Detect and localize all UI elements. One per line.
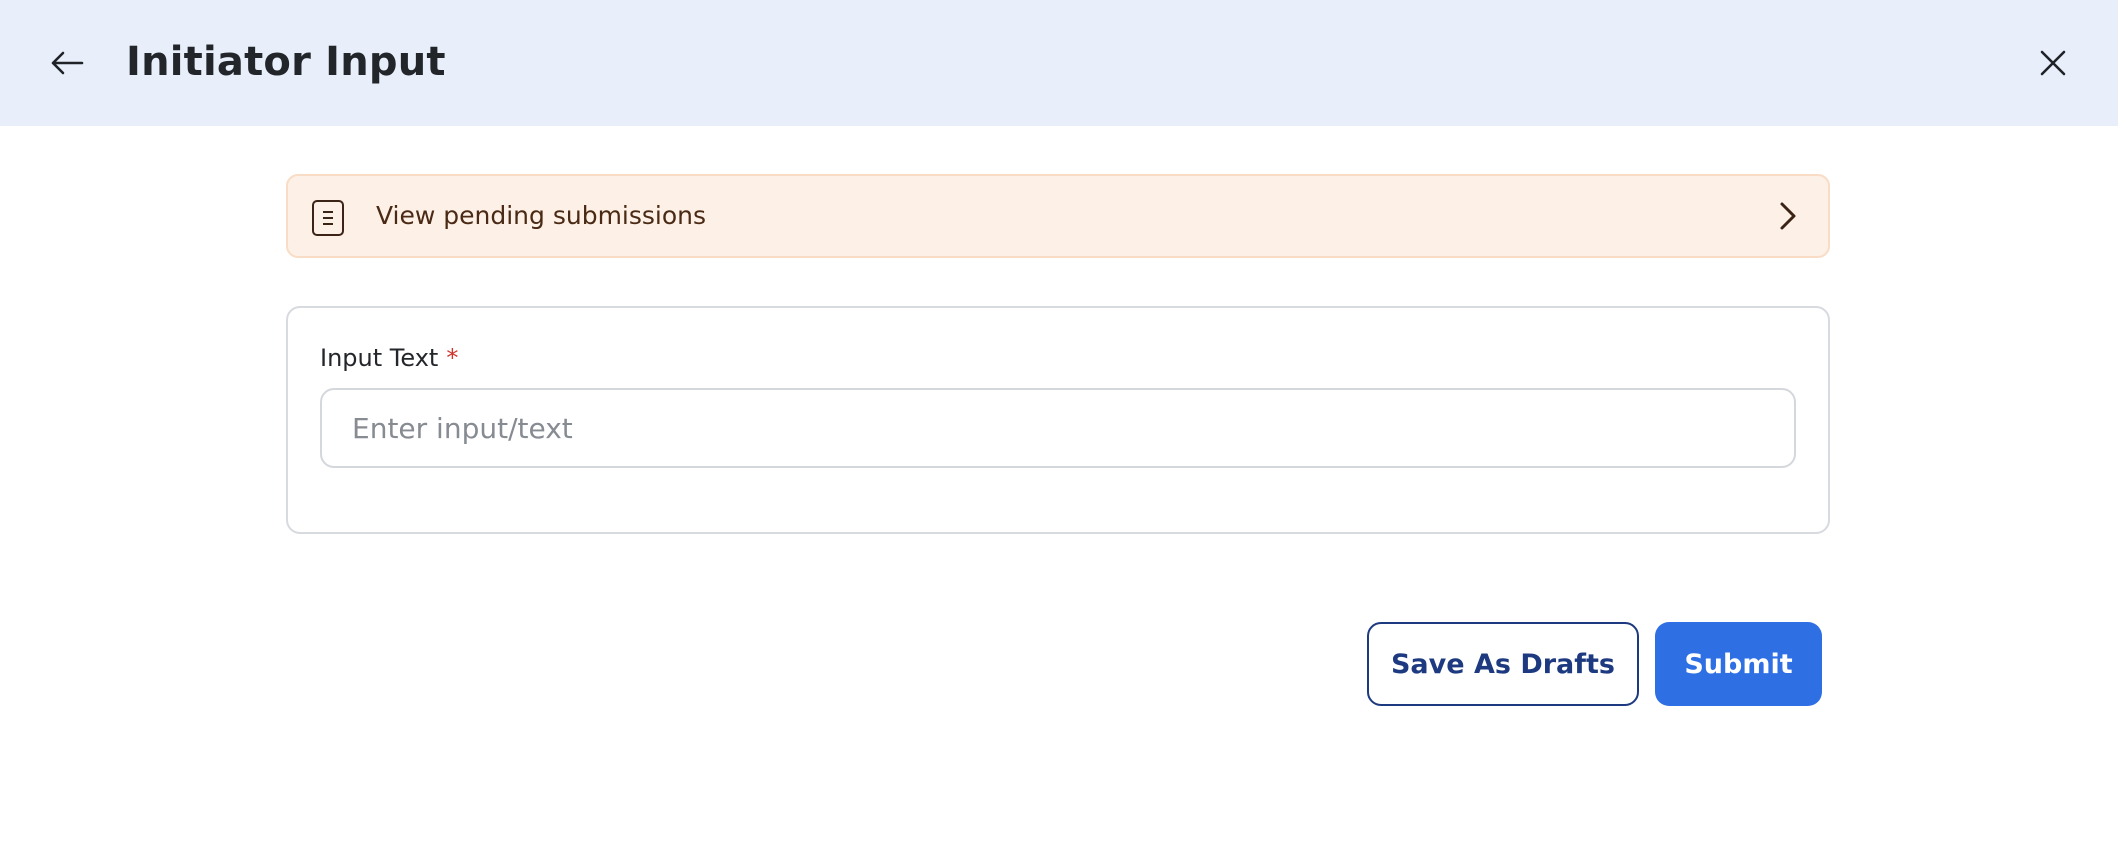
submit-button[interactable]: Submit — [1655, 622, 1822, 706]
field-label-text: Input Text — [320, 344, 439, 372]
arrow-left-icon — [51, 51, 84, 75]
page-header: Initiator Input — [0, 0, 2118, 126]
save-as-drafts-button[interactable]: Save As Drafts — [1367, 622, 1639, 706]
input-form-card: Input Text * — [286, 306, 1830, 534]
required-marker: * — [446, 344, 459, 372]
back-button[interactable] — [44, 40, 90, 86]
input-text-label: Input Text * — [320, 344, 458, 372]
input-text-field[interactable] — [320, 388, 1796, 468]
view-pending-submissions-banner[interactable]: View pending submissions — [286, 174, 1830, 258]
pending-submissions-label: View pending submissions — [376, 201, 707, 230]
document-icon — [312, 200, 344, 236]
chevron-right-icon — [1770, 198, 1806, 234]
page-title: Initiator Input — [126, 39, 446, 85]
close-button[interactable] — [2030, 40, 2076, 86]
close-icon — [2040, 50, 2066, 76]
